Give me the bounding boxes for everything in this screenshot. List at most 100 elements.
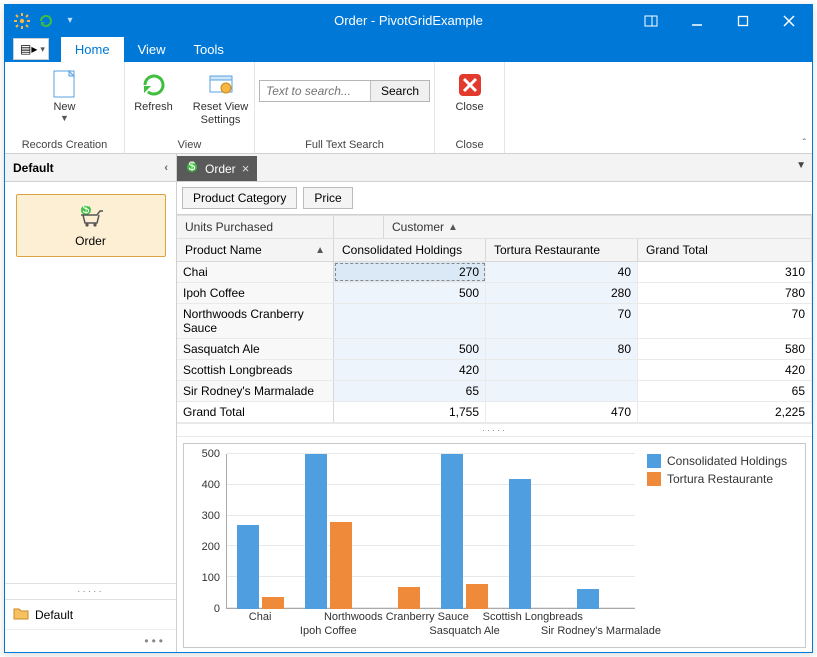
cell-value[interactable]: 70 (638, 304, 812, 338)
col-header-1[interactable]: Tortura Restaurante (486, 239, 638, 261)
gear-icon[interactable] (13, 12, 31, 30)
body: Default ‹ $ Order ····· Default ••• (5, 154, 812, 652)
row-field-product-name[interactable]: Product Name ▲ (177, 239, 334, 261)
tab-tools[interactable]: Tools (180, 37, 238, 62)
bar[interactable] (398, 587, 420, 609)
bar[interactable] (509, 479, 531, 609)
cell-value[interactable] (334, 304, 486, 338)
cell-value[interactable]: 1,755 (334, 402, 486, 422)
sidebar-item-order[interactable]: $ Order (16, 194, 166, 257)
sidebar-group-default[interactable]: Default (5, 600, 176, 629)
data-field-units-purchased[interactable]: Units Purchased (177, 216, 334, 238)
title-bar: ▾ Order - PivotGridExample (5, 5, 812, 36)
table-row: Ipoh Coffee500280780 (177, 283, 812, 304)
row-label[interactable]: Scottish Longbreads (177, 360, 334, 380)
close-tab-icon[interactable]: × (242, 161, 250, 176)
cell-value[interactable]: 780 (638, 283, 812, 303)
cell-value[interactable] (486, 381, 638, 401)
y-tick-label: 100 (202, 572, 220, 584)
svg-text:$: $ (189, 160, 196, 173)
collapse-ribbon-icon[interactable]: ˆ (803, 138, 806, 149)
cell-value[interactable]: 580 (638, 339, 812, 359)
filter-field-price[interactable]: Price (303, 187, 352, 209)
row-label[interactable]: Northwoods Cranberry Sauce (177, 304, 334, 338)
new-button[interactable]: New ▼ (35, 66, 95, 123)
search-button[interactable]: Search (370, 81, 429, 101)
sidebar-overflow-icon[interactable]: ••• (5, 629, 176, 652)
document-tabs: $ Order × ▼ (177, 154, 812, 182)
y-tick-label: 200 (202, 541, 220, 553)
folder-icon (13, 606, 29, 623)
filter-field-product-category[interactable]: Product Category (182, 187, 297, 209)
sidebar-splitter[interactable]: ····· (5, 583, 176, 599)
tab-home[interactable]: Home (61, 37, 124, 62)
ribbon-group-label: Full Text Search (305, 137, 384, 151)
bar[interactable] (305, 454, 327, 609)
doctab-menu-icon[interactable]: ▼ (796, 160, 806, 171)
reset-view-button[interactable]: Reset View Settings (190, 66, 252, 127)
cell-value[interactable]: 40 (486, 262, 638, 282)
bar[interactable] (577, 589, 599, 609)
row-label[interactable]: Chai (177, 262, 334, 282)
cell-value[interactable]: 65 (638, 381, 812, 401)
chevron-left-icon[interactable]: ‹ (164, 162, 168, 174)
cell-value[interactable] (486, 360, 638, 380)
bar[interactable] (466, 584, 488, 609)
grid-chart-splitter[interactable]: ····· (177, 423, 812, 437)
row-field-label: Product Name (185, 243, 262, 257)
reset-view-label: Reset View Settings (190, 101, 252, 127)
refresh-icon[interactable] (37, 12, 55, 30)
cell-value[interactable]: 420 (334, 360, 486, 380)
y-axis: 0100200300400500 (190, 454, 224, 609)
bar-group (226, 454, 294, 609)
window-helper-icon[interactable] (628, 5, 674, 36)
tab-view[interactable]: View (124, 37, 180, 62)
table-row: Sir Rodney's Marmalade6565 (177, 381, 812, 402)
nav-view-switcher[interactable]: ▤▸ ▾ (13, 38, 49, 60)
ribbon-group-label: View (178, 137, 202, 151)
x-tick-label: Sasquatch Ale (429, 625, 499, 637)
cell-value[interactable]: 310 (638, 262, 812, 282)
bar[interactable] (441, 454, 463, 609)
row-label[interactable]: Sir Rodney's Marmalade (177, 381, 334, 401)
qat-dropdown-icon[interactable]: ▾ (61, 12, 79, 30)
legend-swatch-icon (647, 472, 661, 486)
cell-value[interactable]: 80 (486, 339, 638, 359)
reset-view-icon (205, 69, 237, 101)
sort-asc-icon: ▲ (315, 245, 325, 256)
close-document-button[interactable]: Close (445, 66, 495, 114)
cell-value[interactable]: 500 (334, 339, 486, 359)
cell-value[interactable]: 270 (334, 262, 486, 282)
minimize-button[interactable] (674, 5, 720, 36)
cell-value[interactable]: 500 (334, 283, 486, 303)
pivot-filter-area: Product Category Price (177, 182, 812, 215)
bar[interactable] (262, 597, 284, 609)
document-tab-order[interactable]: $ Order × (177, 156, 257, 181)
bar-group (294, 454, 362, 609)
column-field-label: Customer (392, 220, 444, 234)
ribbon-group-records-creation: New ▼ Records Creation (5, 62, 125, 153)
row-label[interactable]: Sasquatch Ale (177, 339, 334, 359)
x-tick-label: Northwoods Cranberry Sauce (324, 611, 469, 623)
ribbon-group-label: Records Creation (22, 137, 108, 151)
column-field-customer[interactable]: Customer ▲ (384, 216, 812, 238)
cell-value[interactable]: 420 (638, 360, 812, 380)
bar[interactable] (330, 522, 352, 609)
bar[interactable] (237, 525, 259, 609)
col-header-grand-total: Grand Total (638, 239, 812, 261)
cell-value[interactable]: 2,225 (638, 402, 812, 422)
search-input[interactable] (260, 81, 370, 101)
sidebar-footer: Default ••• (5, 599, 176, 652)
col-header-0[interactable]: Consolidated Holdings (334, 239, 486, 261)
maximize-button[interactable] (720, 5, 766, 36)
refresh-button[interactable]: Refresh (128, 66, 180, 114)
cell-value[interactable]: 70 (486, 304, 638, 338)
grand-total-row: Grand Total1,7554702,225 (177, 402, 812, 423)
cell-value[interactable]: 280 (486, 283, 638, 303)
cell-value[interactable]: 65 (334, 381, 486, 401)
cell-value[interactable]: 470 (486, 402, 638, 422)
row-label[interactable]: Ipoh Coffee (177, 283, 334, 303)
x-tick-label: Sir Rodney's Marmalade (541, 625, 661, 637)
close-button[interactable] (766, 5, 812, 36)
new-document-icon (49, 69, 81, 101)
